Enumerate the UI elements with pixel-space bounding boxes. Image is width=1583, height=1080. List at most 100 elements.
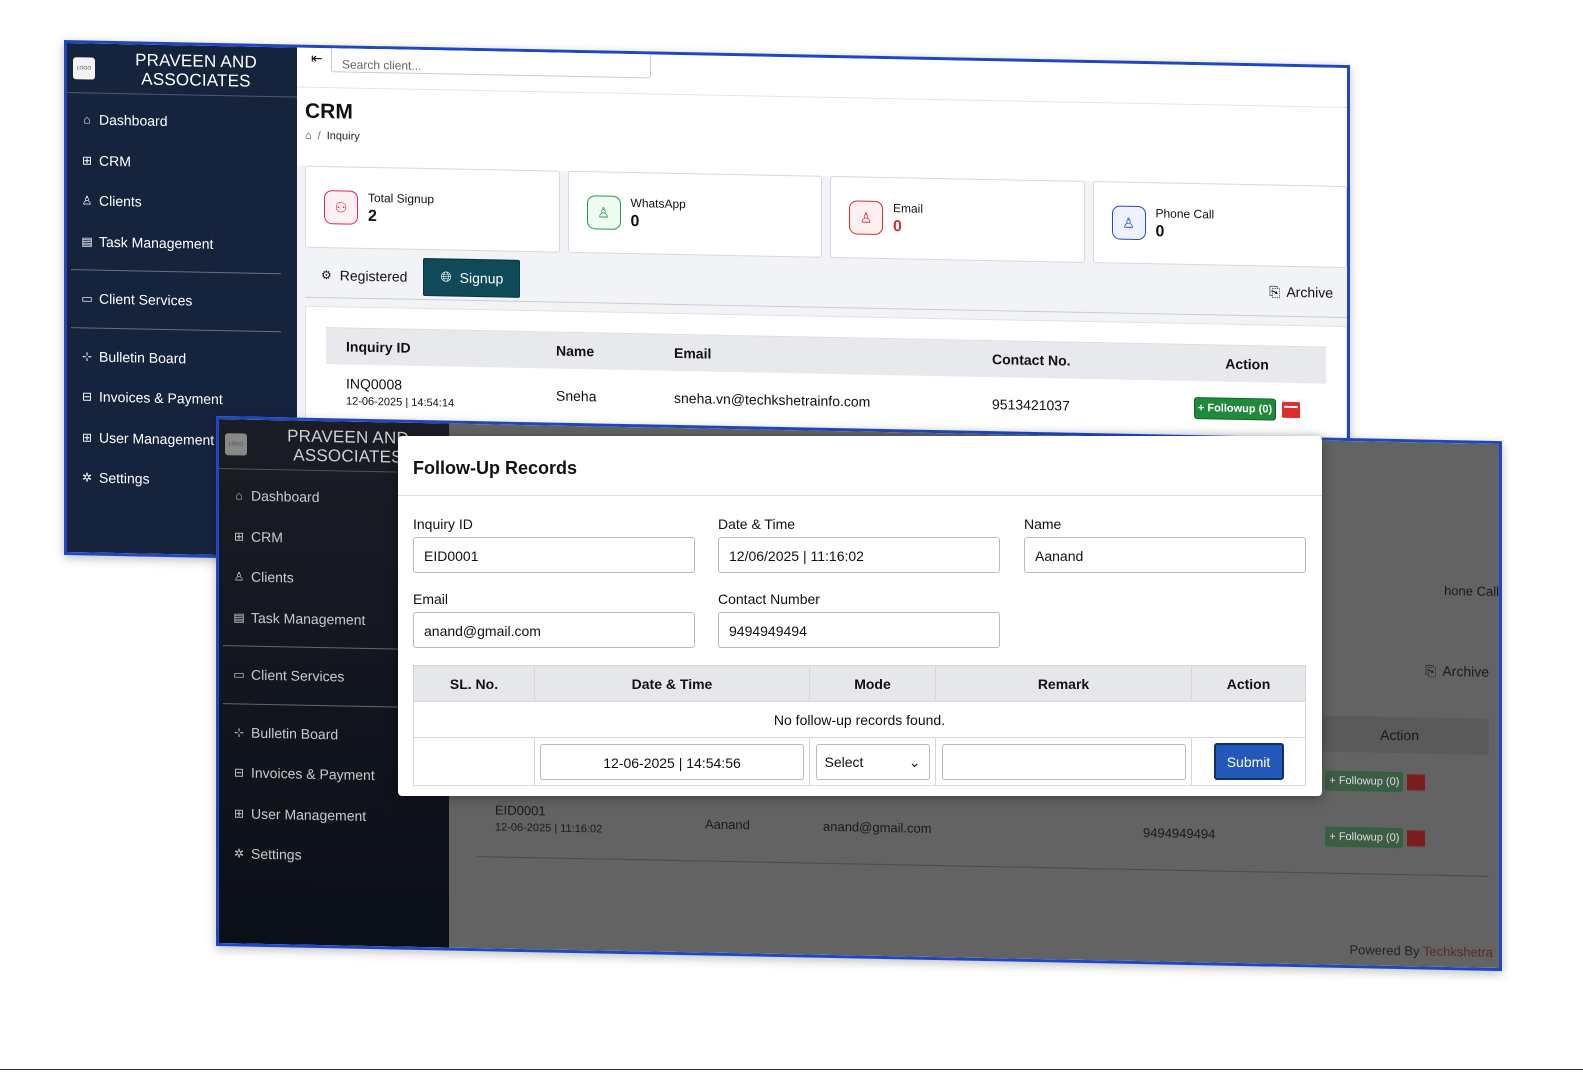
followup-button[interactable]: + Followup (0) (1325, 826, 1404, 849)
followup-button[interactable]: + Followup (0) (1325, 770, 1404, 793)
pin-icon: ⊹ (81, 349, 93, 364)
stat-card-phone-call[interactable]: ♙ Phone Call 0 (1092, 181, 1347, 269)
followup-modal: Follow-Up Records Inquiry ID EID0001 Dat… (398, 436, 1322, 796)
search-input[interactable]: Search client... (331, 42, 651, 79)
column-header: Action (1168, 344, 1326, 384)
stat-label: Total Signup (368, 190, 435, 206)
sidebar-item-settings[interactable]: ✲ Settings (219, 833, 449, 878)
archive-icon: ⎘ (1425, 662, 1437, 679)
tab-registered[interactable]: ⚙ Registered (321, 256, 423, 296)
tab-signup[interactable]: 🌐︎ Signup (423, 257, 521, 298)
name-field: Name Aanand (1024, 516, 1306, 573)
column-header: Contact No. (972, 340, 1168, 381)
sidebar-item-users[interactable]: ⊞ User Management (219, 793, 449, 838)
grid-icon: ⊞ (81, 153, 93, 168)
globe-icon: 🌐︎ (440, 268, 452, 285)
brand: LOGO PRAVEEN AND ASSOCIATES (67, 43, 297, 98)
field-label: Email (413, 591, 449, 607)
remark-input[interactable] (941, 743, 1186, 780)
user-icon: ♙ (81, 193, 93, 208)
email-input[interactable]: anand@gmail.com (413, 612, 695, 648)
sidebar-item-label: Settings (99, 469, 150, 487)
powered-prefix: Powered By (1349, 942, 1423, 959)
sidebar-item-label: Invoices & Payment (251, 764, 375, 784)
stat-value: 0 (630, 212, 640, 230)
sidebar-item-client-services[interactable]: ▭ Client Services (67, 278, 297, 323)
inquiry-contact: 9494949494 (1143, 825, 1216, 842)
sidebar-item-label: Task Management (251, 609, 366, 628)
user-plus-icon: ♙ (1111, 205, 1146, 241)
row-actions: + Followup (0) (1325, 826, 1425, 849)
gear-icon: ✲ (81, 470, 93, 485)
sidebar-item-label: Settings (251, 845, 302, 863)
powered-brand[interactable]: Techkshetra (1423, 944, 1493, 960)
sidebar-item-bulletin[interactable]: ⊹ Bulletin Board (67, 336, 297, 381)
mode-select[interactable]: Select ⌄ (815, 743, 930, 780)
inquiry-email: sneha.vn@techkshetrainfo.com (654, 370, 972, 433)
datetime-cell: 12-06-2025 | 14:54:56 (534, 737, 810, 786)
archive-row-icon[interactable] (1407, 829, 1425, 847)
remark-cell (935, 737, 1192, 786)
sl-cell (413, 737, 535, 786)
action-cell: Submit (1191, 737, 1306, 786)
archive-button[interactable]: ⎘ Archive (1425, 663, 1489, 681)
contact-field: Contact Number 9494949494 (718, 591, 1000, 648)
home-icon[interactable]: ⌂ (305, 130, 312, 142)
sidebar-item-label: CRM (251, 528, 283, 546)
archive-row-icon[interactable] (1282, 401, 1301, 418)
inquiry-contact: 9513421037 (972, 376, 1168, 437)
sidebar-item-dashboard[interactable]: ⌂ Dashboard (67, 99, 297, 144)
sidebar-item-label: Bulletin Board (99, 348, 187, 367)
stat-label-phone-call: hone Call (1444, 582, 1499, 600)
home-icon: ⌂ (235, 488, 243, 503)
inquiry-name: Sneha (536, 367, 654, 427)
inquiry-date: 12-06-2025 | 11:16:02 (495, 821, 603, 836)
sidebar-item-label: Client Services (99, 290, 193, 309)
email-field: Email anand@gmail.com (413, 591, 695, 648)
folder-icon: ▭ (233, 667, 245, 682)
empty-message: No follow-up records found. (413, 701, 1306, 738)
stat-card-total-signup[interactable]: ⚇ Total Signup 2 (305, 165, 560, 253)
stat-label: Phone Call (1155, 205, 1215, 221)
inquiry-date: 12-06-2025 | 14:54:14 (346, 395, 455, 410)
field-label: Inquiry ID (413, 516, 473, 532)
column-header: Mode (809, 665, 936, 702)
column-header: Remark (935, 665, 1192, 702)
sidebar-item-label: Dashboard (99, 111, 168, 130)
submit-button[interactable]: Submit (1213, 743, 1284, 780)
column-header: Action (1380, 726, 1419, 744)
breadcrumb-separator: / (317, 129, 321, 143)
inquiry-id-input[interactable]: EID0001 (413, 537, 695, 573)
divider (477, 856, 1489, 877)
archive-button[interactable]: ⎘ Archive (1269, 283, 1333, 301)
field-label: Contact Number (718, 591, 820, 607)
column-header: SL. No. (413, 665, 535, 702)
sidebar-item-label: Client Services (251, 666, 345, 685)
datetime-input[interactable]: 12/06/2025 | 11:16:02 (718, 537, 1000, 573)
clipboard-icon: ▤ (81, 234, 93, 249)
archive-row-icon[interactable] (1407, 773, 1425, 791)
gear-icon: ✲ (233, 846, 245, 861)
tab-label: Signup (459, 269, 504, 287)
archive-label: Archive (1286, 283, 1333, 301)
datetime-field: Date & Time 12/06/2025 | 11:16:02 (718, 516, 1000, 573)
sidebar-item-clients[interactable]: ♙ Clients (67, 180, 297, 225)
user-alert-icon: ♙ (849, 200, 883, 235)
sidebar-item-crm[interactable]: ⊞ CRM (67, 140, 297, 185)
sidebar-item-label: Clients (251, 568, 294, 586)
stat-card-email[interactable]: ♙ Email 0 (830, 175, 1085, 263)
collapse-sidebar-icon[interactable]: ⇤ (311, 50, 331, 67)
stat-value: 2 (368, 207, 377, 225)
sidebar-item-tasks[interactable]: ▤ Task Management (67, 221, 297, 266)
user-share-icon: ♙ (586, 195, 621, 230)
stat-card-whatsapp[interactable]: ♙ WhatsApp 0 (567, 170, 822, 258)
contact-input[interactable]: 9494949494 (718, 612, 1000, 648)
followup-table: SL. No. Date & Time Mode Remark Action N… (413, 665, 1306, 786)
stat-value: 0 (893, 217, 902, 235)
new-followup-row: 12-06-2025 | 14:54:56 Select ⌄ Submit (413, 737, 1306, 786)
followup-datetime-input[interactable]: 12-06-2025 | 14:54:56 (540, 743, 804, 780)
sidebar-item-invoices[interactable]: ⊟ Invoices & Payment (67, 376, 297, 421)
name-input[interactable]: Aanand (1024, 537, 1306, 573)
divider (71, 326, 281, 332)
followup-button[interactable]: + Followup (0) (1193, 397, 1277, 421)
